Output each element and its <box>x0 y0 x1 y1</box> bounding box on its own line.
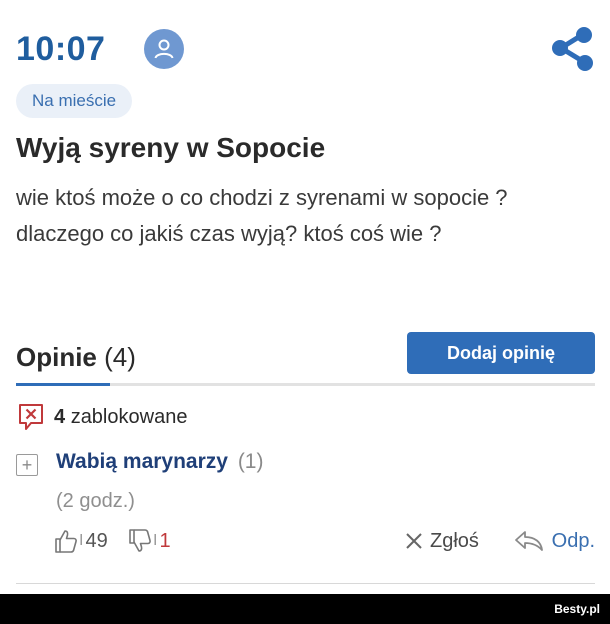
post-body-line: wie ktoś może o co chodzi z syrenami w s… <box>16 185 508 210</box>
user-icon <box>154 39 174 59</box>
blocked-comments[interactable]: 4 zablokowane <box>18 402 187 432</box>
share-button[interactable] <box>550 26 596 72</box>
comment-reply-count: (1) <box>237 450 264 473</box>
post-body: wie ktoś może o co chodzi z syrenami w s… <box>16 180 606 252</box>
watermark-logo: Besty.pl <box>554 602 600 616</box>
vote-separator: I <box>153 532 158 549</box>
opinions-tab[interactable]: Opinie (4) <box>16 342 136 373</box>
expand-replies-button[interactable]: + <box>16 454 38 476</box>
upvote-count: 49 <box>85 529 108 552</box>
reply-button[interactable]: Odp. <box>514 524 595 558</box>
comment-time: (2 godz.) <box>56 490 135 512</box>
share-icon <box>552 27 593 71</box>
vote-separator: I <box>79 532 84 549</box>
post-title: Wyją syreny w Sopocie <box>16 132 326 163</box>
blocked-label: zablokowane <box>70 405 188 428</box>
tab-underline <box>16 383 595 386</box>
post-page: 10:07 Na mieście Wyją syreny w Sopocie w… <box>0 0 610 594</box>
watermark-bar: Besty.pl <box>0 594 610 624</box>
post-header: 10:07 <box>16 26 596 74</box>
comment-author[interactable]: Wabią marynarzy <box>56 450 228 473</box>
reply-label: Odp. <box>551 529 595 552</box>
thumb-up-icon <box>55 530 77 553</box>
close-icon <box>406 533 422 549</box>
opinions-label: Opinie <box>16 342 97 372</box>
tab-underline-active <box>16 383 110 386</box>
divider <box>16 583 595 584</box>
opinions-count: (4) <box>104 342 136 372</box>
comment-actions: I 49 I 1 Zgłoś Odp. <box>16 524 595 558</box>
blocked-comment-icon <box>19 404 43 430</box>
upvote-button[interactable]: I 49 <box>54 524 108 558</box>
opinions-header: Opinie (4) Dodaj opinię <box>16 330 595 386</box>
blocked-count: 4 <box>54 405 66 428</box>
report-label: Zgłoś <box>430 529 479 552</box>
post-body-line: dlaczego co jakiś czas wyją? ktoś coś wi… <box>16 221 442 246</box>
post-time: 10:07 <box>16 30 106 68</box>
downvote-button[interactable]: I 1 <box>128 524 171 558</box>
downvote-count: 1 <box>159 529 171 552</box>
user-avatar[interactable] <box>144 29 184 69</box>
comment-header: Wabią marynarzy (1) <box>56 450 263 474</box>
watermark: Besty.pl <box>554 602 600 616</box>
category-badge[interactable]: Na mieście <box>16 84 133 118</box>
thumb-down-icon <box>129 529 151 552</box>
reply-arrow-icon <box>514 531 543 551</box>
add-opinion-button[interactable]: Dodaj opinię <box>407 332 595 374</box>
report-button[interactable]: Zgłoś <box>404 524 479 558</box>
